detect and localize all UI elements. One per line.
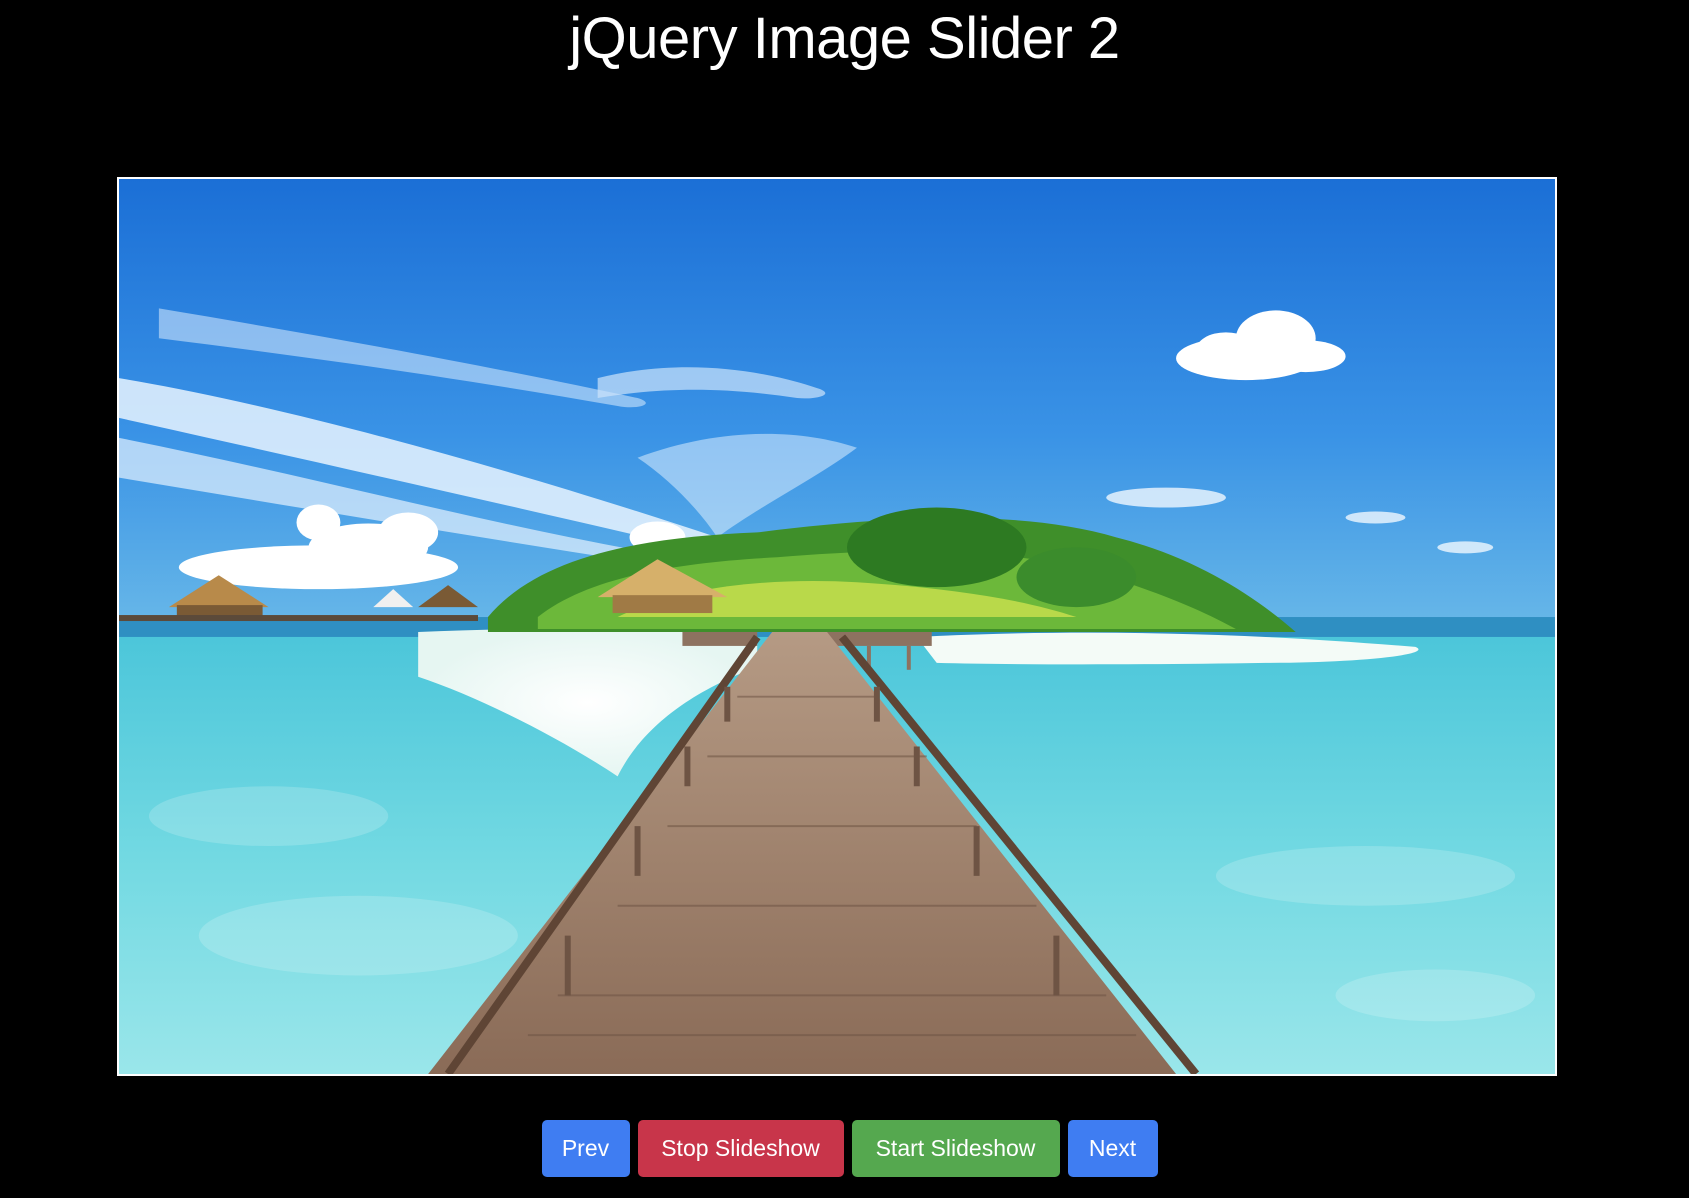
stop-slideshow-button[interactable]: Stop Slideshow [637, 1120, 844, 1177]
prev-button[interactable]: Prev [541, 1120, 630, 1177]
slider-frame [117, 177, 1557, 1076]
slideshow-controls: Prev Stop Slideshow Start Slideshow Next [0, 1120, 1689, 1177]
next-button[interactable]: Next [1067, 1120, 1158, 1177]
start-slideshow-button[interactable]: Start Slideshow [851, 1120, 1060, 1177]
slide-image [119, 179, 1555, 1074]
page: jQuery Image Slider 2 Prev Stop Slidesho… [0, 0, 1689, 1198]
page-title: jQuery Image Slider 2 [569, 6, 1120, 71]
